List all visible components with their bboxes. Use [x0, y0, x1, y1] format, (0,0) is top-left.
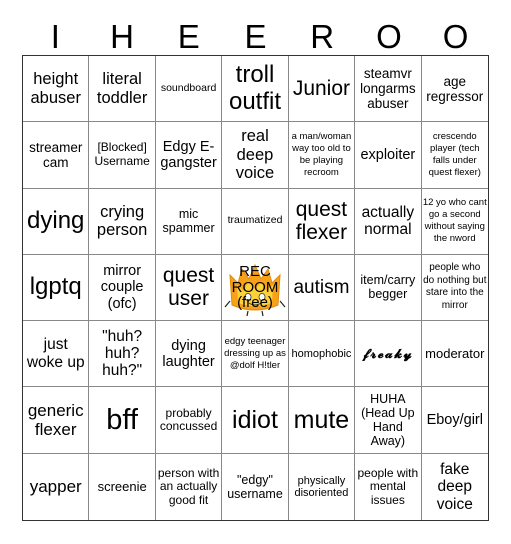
bingo-cell[interactable]: a man/woman way too old to be playing re… — [288, 122, 356, 189]
bingo-cell[interactable]: height abuser — [23, 56, 90, 123]
bingo-cell[interactable]: troll outfit — [222, 56, 289, 123]
bingo-cell[interactable]: literal toddler — [89, 56, 156, 123]
bingo-cell[interactable]: lgptq — [23, 254, 90, 322]
free-line-3: (free) — [237, 294, 273, 312]
bingo-cell[interactable]: quest user — [155, 254, 223, 322]
bingo-cell[interactable]: "huh? huh? huh?" — [89, 321, 156, 388]
bingo-cell[interactable]: physically disoriented — [289, 453, 356, 520]
bingo-cell[interactable]: "edgy" username — [222, 453, 289, 520]
bingo-cell[interactable]: person with an actually good fit — [156, 453, 223, 520]
bingo-cell[interactable]: mute — [288, 387, 356, 454]
header-letter: R — [310, 18, 335, 55]
bingo-cell[interactable]: exploiter — [355, 122, 422, 189]
bingo-cell[interactable]: dying — [23, 188, 90, 255]
bingo-cell[interactable]: mic spammer — [155, 188, 223, 255]
bingo-cell[interactable]: bff — [89, 387, 156, 454]
bingo-cell[interactable]: edgy teenager dressing up as @dolf H!tle… — [222, 321, 289, 388]
bingo-cell[interactable]: [Blocked] Username — [89, 122, 156, 189]
bingo-cell[interactable]: streamer cam — [23, 122, 90, 189]
bingo-cell[interactable]: item/carry begger — [355, 254, 422, 322]
bingo-board: height abuser literal toddler soundboard… — [22, 55, 489, 521]
bingo-cell[interactable]: screenie — [89, 453, 156, 520]
header-letter: H — [110, 18, 134, 55]
bingo-cell[interactable]: 12 yo who cant go a second without sayin… — [421, 189, 488, 255]
bingo-cell[interactable]: people who do nothing but stare into the… — [421, 255, 488, 322]
bingo-cell[interactable]: dying laughter — [155, 321, 223, 388]
bingo-cell[interactable]: HUHA (Head Up Hand Away) — [355, 387, 422, 454]
bingo-cell[interactable]: fake deep voice — [422, 454, 488, 520]
bingo-cell[interactable]: homophobic — [288, 321, 356, 388]
bingo-cell[interactable]: mirror couple (ofc) — [89, 254, 156, 322]
bingo-cell[interactable]: Junior — [288, 56, 356, 123]
bingo-cell[interactable]: moderator — [421, 321, 488, 388]
bingo-cell[interactable]: 𝓯𝓻𝓮𝓪𝓴𝔂 — [355, 321, 422, 388]
bingo-cell[interactable]: generic flexer — [23, 387, 90, 454]
header-letter: I — [50, 18, 60, 55]
bingo-header: I H E E R O O — [22, 18, 489, 55]
bingo-cell[interactable]: just woke up — [23, 321, 90, 388]
bingo-cell[interactable]: idiot — [222, 387, 289, 454]
header-letter: E — [177, 18, 200, 55]
bingo-cell[interactable]: traumatized — [222, 188, 289, 255]
bingo-cell[interactable]: Eboy/girl — [421, 387, 488, 454]
bingo-cell[interactable]: crying person — [89, 188, 156, 255]
bingo-cell[interactable]: steamvr longarms abuser — [355, 56, 422, 123]
bingo-cell[interactable]: yapper — [23, 453, 90, 520]
free-line-2: ROOM — [231, 278, 279, 296]
bingo-cell[interactable]: crescendo player (tech falls under quest… — [421, 122, 488, 189]
bingo-cell[interactable]: people with mental issues — [355, 453, 422, 520]
bingo-cell[interactable]: autism — [288, 254, 356, 322]
free-space-label: REC ROOM (free) — [232, 264, 279, 311]
free-space[interactable]: REC ROOM (free) — [222, 254, 289, 322]
free-line-1: REC — [239, 262, 271, 280]
bingo-cell[interactable]: quest flexer — [288, 188, 356, 255]
bingo-cell[interactable]: actually normal — [355, 188, 422, 255]
bingo-cell[interactable]: age regressor — [421, 56, 488, 123]
bingo-cell[interactable]: Edgy E-gangster — [155, 122, 223, 189]
bingo-cell[interactable]: real deep voice — [222, 122, 289, 189]
bingo-cell[interactable]: probably concussed — [155, 387, 223, 454]
header-letter: O — [442, 18, 469, 55]
header-letter: O — [376, 18, 402, 55]
bingo-cell[interactable]: soundboard — [155, 56, 223, 123]
header-letter: E — [244, 18, 267, 55]
